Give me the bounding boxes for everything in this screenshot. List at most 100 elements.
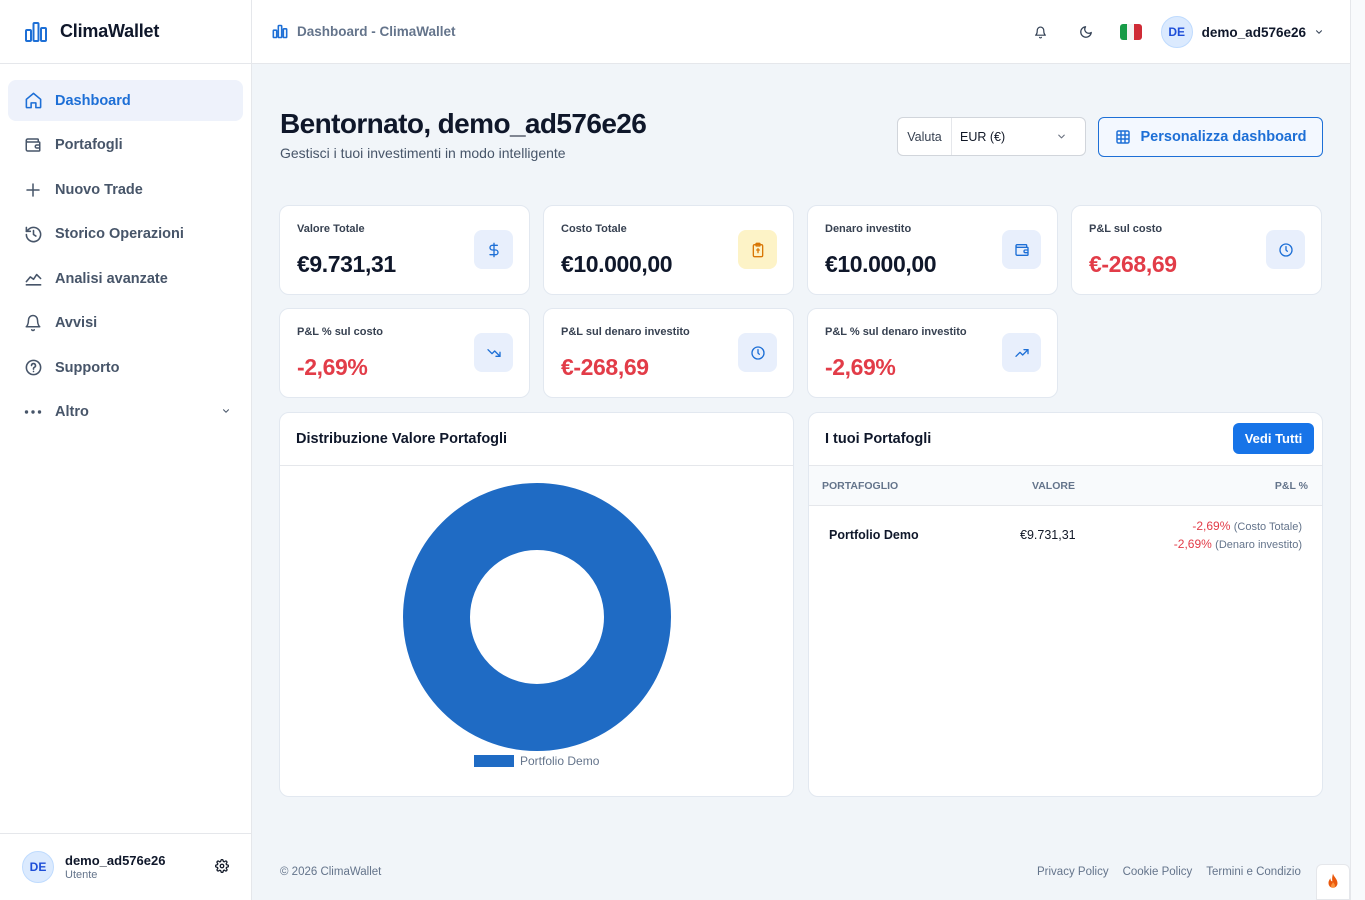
stat-label: P&L % sul costo bbox=[297, 326, 383, 338]
currency-value: EUR (€) bbox=[960, 129, 1006, 144]
layout-grid-icon bbox=[1115, 129, 1141, 145]
footer-links: Privacy Policy Cookie Policy Termini e C… bbox=[1037, 866, 1315, 878]
moon-icon bbox=[1079, 25, 1093, 39]
chevron-down-icon bbox=[1056, 131, 1085, 142]
footer-link-privacy[interactable]: Privacy Policy bbox=[1037, 866, 1109, 878]
portfolio-value: €9.731,31 bbox=[1020, 528, 1076, 542]
customize-dashboard-button[interactable]: Personalizza dashboard bbox=[1098, 117, 1323, 157]
flame-icon bbox=[1325, 873, 1341, 891]
sidebar-item-analisi-avanzate[interactable]: Analisi avanzate bbox=[8, 258, 243, 299]
footer-copyright: © 2026 ClimaWallet bbox=[280, 866, 382, 878]
breadcrumb: Dashboard - ClimaWallet bbox=[252, 24, 456, 39]
chevron-down-icon bbox=[1314, 27, 1324, 37]
portfolio-pl-invested: -2,69% (Denaro investito) bbox=[1174, 537, 1302, 551]
user-name: demo_ad576e26 bbox=[1201, 24, 1306, 40]
home-icon bbox=[23, 91, 43, 111]
sidebar-user-info: demo_ad576e26 Utente bbox=[65, 853, 165, 881]
pl-invested-note: (Denaro investito) bbox=[1215, 539, 1302, 551]
customize-label: Personalizza dashboard bbox=[1140, 129, 1307, 145]
currency-label: Valuta bbox=[898, 118, 952, 155]
sidebar-item-avvisi[interactable]: Avvisi bbox=[8, 303, 243, 344]
chevron-down-icon bbox=[221, 406, 231, 416]
donut-chart bbox=[403, 483, 671, 751]
footer-link-terms[interactable]: Termini e Condizio bbox=[1206, 866, 1301, 878]
column-header-pl: P&L % bbox=[1274, 480, 1308, 492]
portfolio-name[interactable]: Portfolio Demo bbox=[829, 528, 919, 542]
table-row[interactable]: Portfolio Demo €9.731,31 -2,69% (Costo T… bbox=[809, 506, 1322, 564]
avatar: DE bbox=[1160, 16, 1193, 48]
pl-invested-value: -2,69% bbox=[1173, 537, 1212, 551]
chart-bar-icon bbox=[272, 24, 297, 39]
stat-label: P&L sul costo bbox=[1089, 223, 1163, 235]
sidebar-item-label: Nuovo Trade bbox=[55, 181, 143, 198]
sidebar-item-altro[interactable]: Altro bbox=[8, 392, 243, 433]
sidebar-item-label: Supporto bbox=[55, 359, 120, 376]
stat-card-pl-costo: P&L sul costo €-268,69 bbox=[1071, 205, 1322, 295]
stat-value: -2,69% bbox=[825, 354, 896, 380]
brand[interactable]: ClimaWallet bbox=[0, 0, 251, 64]
sidebar-item-nuovo-trade[interactable]: Nuovo Trade bbox=[8, 169, 243, 210]
page-subtitle: Gestisci i tuoi investimenti in modo int… bbox=[280, 145, 566, 161]
chart-line-icon bbox=[23, 269, 43, 289]
brand-name: ClimaWallet bbox=[60, 21, 160, 41]
stat-label: P&L % sul denaro investito bbox=[825, 326, 967, 338]
sidebar-item-supporto[interactable]: Supporto bbox=[8, 347, 243, 388]
sidebar-item-label: Storico Operazioni bbox=[55, 226, 184, 242]
see-all-button[interactable]: Vedi Tutti bbox=[1233, 423, 1314, 454]
theme-toggle-button[interactable] bbox=[1070, 16, 1102, 48]
gear-icon[interactable] bbox=[215, 859, 229, 873]
sidebar: ClimaWallet Dashboard Portafogli Nuovo T… bbox=[0, 0, 252, 900]
history-icon bbox=[23, 224, 43, 244]
avatar[interactable]: DE bbox=[22, 851, 54, 883]
wallet-icon bbox=[23, 135, 43, 155]
sidebar-item-label: Altro bbox=[55, 404, 89, 420]
topbar-actions: DE demo_ad576e26 bbox=[1012, 0, 1324, 64]
sidebar-user-role: Utente bbox=[65, 869, 98, 881]
dollar-icon bbox=[474, 230, 513, 269]
donut-slice[interactable] bbox=[403, 483, 671, 751]
stat-label: Costo Totale bbox=[561, 223, 627, 235]
sidebar-item-label: Dashboard bbox=[55, 92, 131, 109]
sidebar-user: DE demo_ad576e26 Utente bbox=[0, 833, 251, 900]
notifications-button[interactable] bbox=[1025, 16, 1057, 48]
trending-down-icon bbox=[474, 333, 513, 372]
stat-card-valore-totale: Valore Totale €9.731,31 bbox=[279, 205, 530, 295]
stat-card-costo-totale: Costo Totale €10.000,00 bbox=[543, 205, 794, 295]
flame-button[interactable] bbox=[1316, 864, 1350, 900]
sidebar-item-portafogli[interactable]: Portafogli bbox=[8, 125, 243, 166]
stat-value: €10.000,00 bbox=[825, 251, 937, 277]
bell-icon bbox=[23, 313, 43, 333]
sidebar-item-label: Portafogli bbox=[55, 137, 123, 153]
sidebar-item-label: Analisi avanzate bbox=[55, 270, 168, 287]
bell-icon bbox=[1034, 26, 1047, 39]
help-icon bbox=[23, 358, 43, 378]
scrollbar[interactable] bbox=[1350, 0, 1365, 900]
stat-card-pl-pct-denaro: P&L % sul denaro investito -2,69% bbox=[807, 308, 1058, 398]
clock-icon bbox=[738, 333, 777, 372]
footer-link-cookie[interactable]: Cookie Policy bbox=[1123, 866, 1193, 878]
pl-cost-note: (Costo Totale) bbox=[1233, 521, 1302, 533]
stat-value: -2,69% bbox=[297, 354, 368, 380]
page-title: Bentornato, demo_ad576e26 bbox=[280, 108, 647, 139]
panel-title: I tuoi Portafogli bbox=[825, 431, 932, 447]
sidebar-user-name: demo_ad576e26 bbox=[65, 853, 166, 868]
sidebar-item-storico-operazioni[interactable]: Storico Operazioni bbox=[8, 214, 243, 255]
sidebar-nav: Dashboard Portafogli Nuovo Trade Storico… bbox=[0, 64, 251, 452]
pl-cost-value: -2,69% bbox=[1192, 519, 1231, 533]
chart-legend[interactable]: Portfolio Demo bbox=[474, 754, 599, 768]
stat-label: Denaro investito bbox=[825, 223, 912, 235]
panel-header: I tuoi Portafogli Vedi Tutti bbox=[809, 413, 1322, 466]
stat-card-pl-pct-costo: P&L % sul costo -2,69% bbox=[279, 308, 530, 398]
topbar: Dashboard - ClimaWallet DE demo_ad576e26 bbox=[252, 0, 1350, 64]
sidebar-item-dashboard[interactable]: Dashboard bbox=[8, 80, 243, 121]
panel-header: Distribuzione Valore Portafogli bbox=[280, 413, 793, 466]
stat-value: €-268,69 bbox=[561, 354, 649, 380]
stat-label: Valore Totale bbox=[297, 223, 365, 235]
currency-select[interactable]: Valuta EUR (€) bbox=[897, 117, 1086, 156]
portfolios-panel: I tuoi Portafogli Vedi Tutti PORTAFOGLIO… bbox=[808, 412, 1323, 797]
column-header-valore: VALORE bbox=[1032, 480, 1075, 492]
user-menu[interactable]: DE demo_ad576e26 bbox=[1160, 16, 1324, 48]
chart-bar-icon bbox=[24, 21, 48, 43]
stat-label: P&L sul denaro investito bbox=[561, 326, 690, 338]
italy-flag-icon[interactable] bbox=[1119, 24, 1142, 40]
